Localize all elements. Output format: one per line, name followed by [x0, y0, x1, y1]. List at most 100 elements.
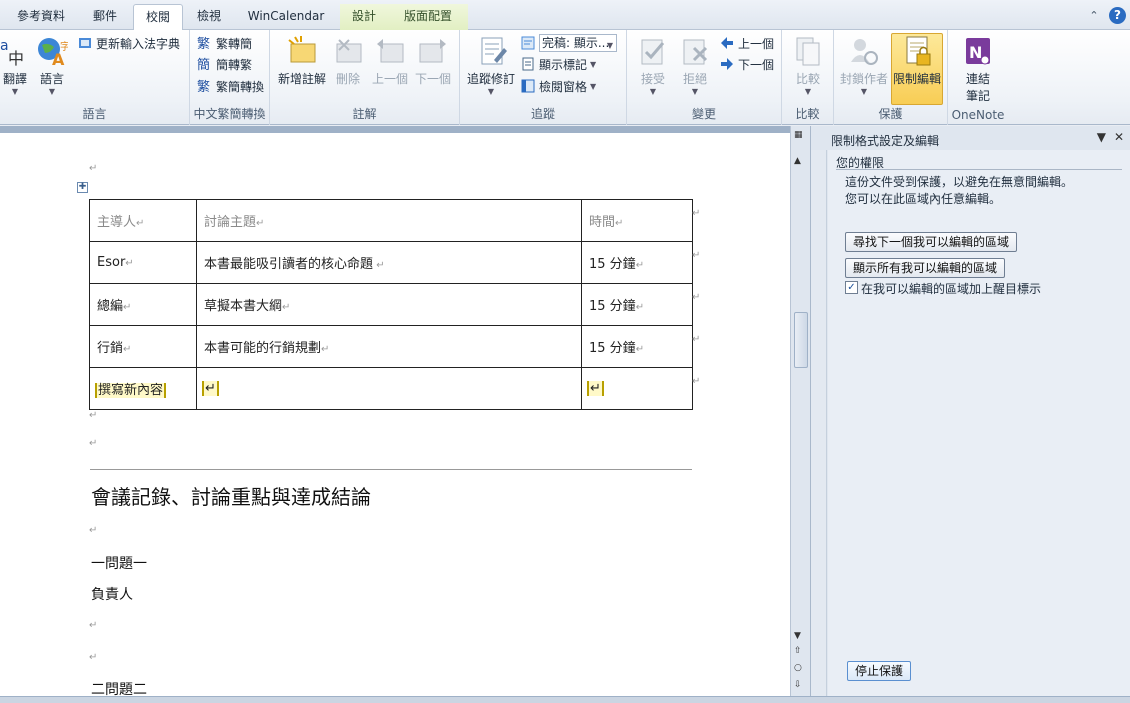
permissions-description: 您可以在此區域內任意編輯。	[845, 192, 1002, 206]
table-cell[interactable]: 行銷↵	[89, 325, 197, 368]
globe-icon: A字	[35, 34, 69, 68]
translate-button[interactable]: a中 翻譯 ▼	[0, 34, 32, 96]
convert-icon: 繁	[197, 35, 213, 52]
minimize-ribbon-icon[interactable]: ⌃	[1085, 6, 1103, 24]
show-all-regions-button[interactable]: 顯示所有我可以編輯的區域	[845, 258, 1006, 278]
svg-text:字: 字	[60, 40, 68, 53]
previous-comment-button[interactable]: 上一個	[370, 34, 410, 87]
table-cell[interactable]: 主導人↵	[89, 199, 197, 242]
chevron-down-icon: ▼	[590, 59, 597, 69]
new-comment-icon	[285, 34, 319, 68]
table-cell[interactable]: 本書最能吸引讀者的核心命題 ↵	[196, 241, 582, 284]
tab-layout[interactable]: 版面配置	[388, 4, 468, 30]
reviewing-pane-button[interactable]: 檢閱窗格 ▼	[520, 76, 596, 96]
group-tracking: 追蹤修訂 ▼ 完稿: 顯示... ▼ 顯示標記 ▼ 檢閱窗格 ▼ 追蹤	[460, 30, 627, 125]
body-line: 一問題一	[91, 556, 147, 572]
table-cell[interactable]: 15 分鐘↵	[581, 283, 693, 326]
scroll-thumb[interactable]	[794, 312, 808, 368]
document-scrollbar[interactable]: ▦ ▲ ▼ ⇧ ○ ⇩	[790, 126, 810, 696]
ruler-toggle-icon[interactable]: ▦	[794, 130, 803, 140]
block-authors-button[interactable]: 封鎖作者 ▼	[840, 34, 888, 96]
close-icon[interactable]: ✕	[1114, 130, 1124, 144]
paragraph-mark: ↵	[89, 525, 98, 536]
next-comment-button[interactable]: 下一個	[413, 34, 453, 87]
to-traditional-button[interactable]: 繁 繁轉簡	[197, 33, 252, 53]
display-review-icon	[520, 35, 536, 51]
editable-region[interactable]: ↵	[196, 367, 582, 410]
tab-design[interactable]: 設計	[340, 4, 388, 30]
accept-button[interactable]: 接受 ▼	[635, 34, 671, 96]
table-cell[interactable]: 討論主題↵	[196, 199, 582, 242]
table-cell[interactable]: 15 分鐘↵	[581, 241, 693, 284]
section-heading: 會議記錄、討論重點與達成結論	[91, 485, 371, 509]
compare-button[interactable]: 比較 ▼	[790, 34, 826, 96]
help-icon[interactable]: ?	[1109, 6, 1126, 24]
delete-comment-icon	[331, 34, 365, 68]
pane-body: 您的權限 這份文件受到保護，以避免在無意間編輯。 您可以在此區域內任意編輯。 尋…	[828, 150, 1130, 696]
show-markup-button[interactable]: 顯示標記 ▼	[520, 54, 596, 74]
table-move-handle-icon[interactable]: ✚	[77, 182, 88, 193]
table-cell[interactable]: Esor↵	[89, 241, 197, 284]
group-chinese-conversion: 繁 繁轉簡 簡 簡轉繁 繁 繁簡轉換 中文繁簡轉換	[190, 30, 270, 125]
convert-icon: 繁	[197, 78, 213, 95]
status-bar	[0, 696, 1130, 703]
group-onenote: N 連結 筆記 OneNote	[948, 30, 1008, 125]
table-cell[interactable]: 15 分鐘↵	[581, 325, 693, 368]
pane-title: 限制格式設定及編輯	[831, 134, 940, 148]
chevron-down-icon: ▼	[804, 87, 812, 96]
permissions-description: 這份文件受到保護，以避免在無意間編輯。	[845, 175, 1074, 189]
previous-page-icon[interactable]: ⇧	[794, 646, 802, 656]
display-for-review-select[interactable]: 完稿: 顯示... ▼	[520, 33, 617, 53]
paragraph-mark: ↵	[89, 438, 98, 449]
scroll-down-icon[interactable]: ▼	[794, 631, 801, 641]
editable-region[interactable]: 撰寫新內容	[89, 367, 197, 410]
stop-protection-button[interactable]: 停止保護	[847, 661, 912, 681]
new-comment-button[interactable]: 新增註解	[277, 34, 327, 87]
paragraph-mark: ↵	[89, 163, 98, 174]
svg-text:繁: 繁	[197, 79, 210, 94]
pane-scrollbar[interactable]	[811, 150, 827, 696]
reject-icon	[678, 34, 712, 68]
group-language: a中 翻譯 ▼ A字 語言 ▼ 更新輸入法字典 語言	[0, 30, 190, 125]
table-cell[interactable]: 草擬本書大綱↵	[196, 283, 582, 326]
table-cell[interactable]: 總編↵	[89, 283, 197, 326]
chevron-down-icon: ▼	[691, 87, 699, 96]
tab-review[interactable]: 校閱	[133, 4, 183, 30]
table-cell[interactable]: 時間↵	[581, 199, 693, 242]
table-cell[interactable]: 本書可能的行銷規劃↵	[196, 325, 582, 368]
browse-object-icon[interactable]: ○	[794, 663, 802, 673]
table-row: 行銷↵ 本書可能的行銷規劃↵ 15 分鐘↵	[89, 325, 693, 368]
document-page[interactable]: ↵ ✚ 主導人↵ 討論主題↵ 時間↵ Esor↵ 本書最能吸引讀者的核心命題 ↵…	[0, 133, 790, 696]
next-change-button[interactable]: 下一個	[719, 54, 774, 74]
document-area: ↵ ✚ 主導人↵ 討論主題↵ 時間↵ Esor↵ 本書最能吸引讀者的核心命題 ↵…	[0, 126, 790, 696]
find-next-region-button[interactable]: 尋找下一個我可以編輯的區域	[845, 232, 1018, 252]
body-line: 二問題二	[91, 682, 147, 696]
editable-region[interactable]: ↵	[581, 367, 693, 410]
tab-view[interactable]: 檢視	[186, 4, 232, 30]
table-row: Esor↵ 本書最能吸引讀者的核心命題 ↵ 15 分鐘↵	[89, 241, 693, 284]
block-authors-icon	[847, 34, 881, 68]
highlight-label: 在我可以編輯的區域加上醒目標示	[861, 282, 1042, 296]
reject-button[interactable]: 拒絕 ▼	[677, 34, 713, 96]
ribbon: a中 翻譯 ▼ A字 語言 ▼ 更新輸入法字典 語言 繁 繁轉簡 簡 簡轉繁 繁	[0, 30, 1130, 125]
chevron-down-icon: ▼	[487, 87, 495, 96]
update-ime-dictionary-button[interactable]: 更新輸入法字典	[77, 33, 180, 53]
tab-mailings[interactable]: 郵件	[80, 4, 130, 30]
agenda-table: 主導人↵ 討論主題↵ 時間↵ Esor↵ 本書最能吸引讀者的核心命題 ↵ 15 …	[89, 199, 693, 410]
highlight-checkbox[interactable]: ✓	[845, 281, 858, 294]
svg-text:中: 中	[8, 49, 24, 66]
pane-options-icon[interactable]: ▼	[1097, 130, 1106, 144]
linked-notes-button[interactable]: N 連結 筆記	[958, 34, 998, 104]
delete-comment-button[interactable]: 刪除	[333, 34, 363, 87]
next-page-icon[interactable]: ⇩	[794, 680, 802, 690]
tab-wincalendar[interactable]: WinCalendar	[236, 4, 336, 30]
tab-references[interactable]: 參考資料	[6, 4, 76, 30]
language-button[interactable]: A字 語言 ▼	[34, 34, 70, 96]
restrict-editing-button[interactable]: 限制編輯	[891, 33, 943, 105]
track-changes-button[interactable]: 追蹤修訂 ▼	[465, 34, 517, 96]
to-simplified-button[interactable]: 簡 簡轉繁	[197, 54, 252, 74]
scroll-up-icon[interactable]: ▲	[794, 156, 801, 166]
paragraph-mark: ↵	[89, 652, 98, 663]
previous-change-button[interactable]: 上一個	[719, 33, 774, 53]
chinese-convert-button[interactable]: 繁 繁簡轉換	[197, 76, 264, 96]
